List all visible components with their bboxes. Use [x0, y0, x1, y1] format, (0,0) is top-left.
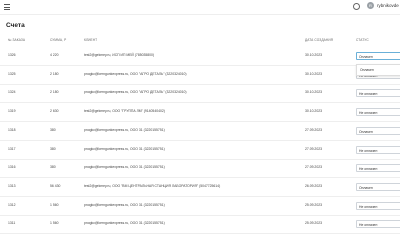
sum-cell: 2 630	[50, 109, 59, 114]
client-cell: pnogkc@kerngunkexpress.ru, ООО 31 (32201…	[84, 146, 165, 151]
table-row[interactable]: 1318 380 pnogkc@kerngunkexpress.ru, ООО 31…	[0, 122, 400, 141]
status-select[interactable]: Оплачен	[356, 182, 400, 191]
table-row[interactable]: 1324 2 180 pnogkc@kerngunkexpress.ru, ООО …	[0, 84, 400, 104]
table-row[interactable]: 1316 380 pnogkc@kerngunkexpress.ru, ООО 31…	[0, 159, 400, 179]
order-number-cell: 1312	[8, 202, 16, 207]
date-cell: 27.09.2023	[305, 146, 322, 151]
date-cell: 26.09.2023	[305, 183, 322, 188]
table-row[interactable]: 1326 4 220 test2@gekmey.ru, ИСП ИП МЕЙ (78…	[0, 47, 400, 66]
date-cell: 27.09.2023	[305, 165, 322, 170]
client-cell: pnogkc@kerngunkexpress.ru, ООО "АГРО ДЕТ…	[84, 90, 187, 95]
date-cell: 30.10.2023	[305, 109, 322, 114]
column-order-number[interactable]: № ЗАКАЗА	[8, 38, 25, 42]
table-row[interactable]: 1319 2 630 test2@gekmey.ru, ООО "ГРУППА ЛМ…	[0, 103, 400, 123]
status-dropdown-menu: Оплачен	[356, 64, 400, 76]
client-cell: test2@gekmey.ru, ООО "ГРУППА ЛМ" (914054…	[84, 109, 165, 114]
column-status[interactable]: СТАТУС	[356, 38, 369, 42]
status-select[interactable]: Оплачен	[356, 126, 400, 135]
order-number-cell: 1325	[8, 71, 16, 76]
column-sum[interactable]: СУММА, Р	[50, 38, 66, 42]
table-row[interactable]: 1313 56 430 test2@gekmey.ru, ООО "ВМ ЦЕНТР…	[0, 178, 400, 197]
sum-cell: 4 220	[50, 53, 59, 57]
client-cell: pnogkc@kerngunkexpress.ru, ООО "АГРО ДЕТ…	[84, 71, 187, 76]
status-select[interactable]: Не оплачен	[356, 108, 400, 117]
date-cell: 30.10.2023	[305, 90, 322, 95]
dropdown-option-paid[interactable]: Оплачен	[360, 68, 374, 72]
date-cell: 27.09.2023	[305, 127, 322, 132]
order-number-cell: 1326	[8, 53, 16, 57]
sum-cell: 380	[50, 146, 56, 151]
sum-cell: 380	[50, 165, 56, 170]
sum-cell: 380	[50, 127, 56, 132]
sum-cell: 2 180	[50, 71, 59, 76]
table-row[interactable]: 1325 2 180 pnogkc@kerngunkexpress.ru, ООО …	[0, 66, 400, 85]
settings-icon[interactable]	[353, 3, 360, 10]
status-select[interactable]: Оплачен	[356, 52, 400, 60]
sum-cell: 1 560	[50, 221, 59, 226]
order-number-cell: 1319	[8, 109, 16, 114]
status-select[interactable]: Не оплачен	[356, 201, 400, 210]
hamburger-menu-icon[interactable]	[4, 4, 10, 10]
order-number-cell: 1316	[8, 165, 16, 170]
client-cell: pnogkc@kerngunkexpress.ru, ООО 31 (32201…	[84, 127, 165, 132]
client-cell: pnogkc@kerngunkexpress.ru, ООО 31 (32201…	[84, 165, 165, 170]
table-header: № ЗАКАЗА СУММА, Р КЛИЕНТ ДАТА СОЗДАНИЯ С…	[0, 38, 400, 46]
avatar[interactable]: R	[367, 2, 374, 9]
client-cell: test2@gekmey.ru, ИСП ИП МЕЙ (785035800)	[84, 53, 155, 57]
order-number-cell: 1317	[8, 146, 16, 151]
date-cell: 25.09.2023	[305, 221, 322, 226]
table-row[interactable]: 1317 380 pnogkc@kerngunkexpress.ru, ООО 31…	[0, 141, 400, 160]
date-cell: 30.10.2023	[305, 53, 322, 57]
status-select[interactable]: Не оплачен	[356, 145, 400, 154]
status-select[interactable]: Не оплачен	[356, 220, 400, 229]
order-number-cell: 1313	[8, 183, 16, 188]
date-cell: 30.10.2023	[305, 71, 322, 76]
client-cell: pnogkc@kerngunkexpress.ru, ООО 31 (32201…	[84, 202, 165, 207]
status-select[interactable]: Не оплачен	[356, 164, 400, 173]
order-number-cell: 1324	[8, 90, 16, 95]
client-cell: pnogkc@kerngunkexpress.ru, ООО 31 (32201…	[84, 221, 165, 226]
column-client[interactable]: КЛИЕНТ	[84, 38, 97, 42]
column-date[interactable]: ДАТА СОЗДАНИЯ	[305, 38, 333, 42]
username[interactable]: rybnikovde	[377, 3, 399, 8]
order-number-cell: 1318	[8, 127, 16, 132]
table-row[interactable]: 1312 1 560 pnogkc@kerngunkexpress.ru, ООО …	[0, 197, 400, 216]
sum-cell: 56 430	[50, 183, 61, 188]
table-row[interactable]: 1311 1 560 pnogkc@kerngunkexpress.ru, ООО …	[0, 215, 400, 235]
page-title: Счета	[6, 22, 25, 29]
date-cell: 25.09.2023	[305, 202, 322, 207]
client-cell: test2@gekmey.ru, ООО "ВМ ЦЕНТРАЛЬНАЯ СТА…	[84, 183, 221, 188]
status-select[interactable]: Не оплачен	[356, 89, 400, 98]
sum-cell: 2 180	[50, 90, 59, 95]
top-bar: R rybnikovde	[0, 0, 400, 15]
order-number-cell: 1311	[8, 221, 16, 226]
sum-cell: 1 560	[50, 202, 59, 207]
